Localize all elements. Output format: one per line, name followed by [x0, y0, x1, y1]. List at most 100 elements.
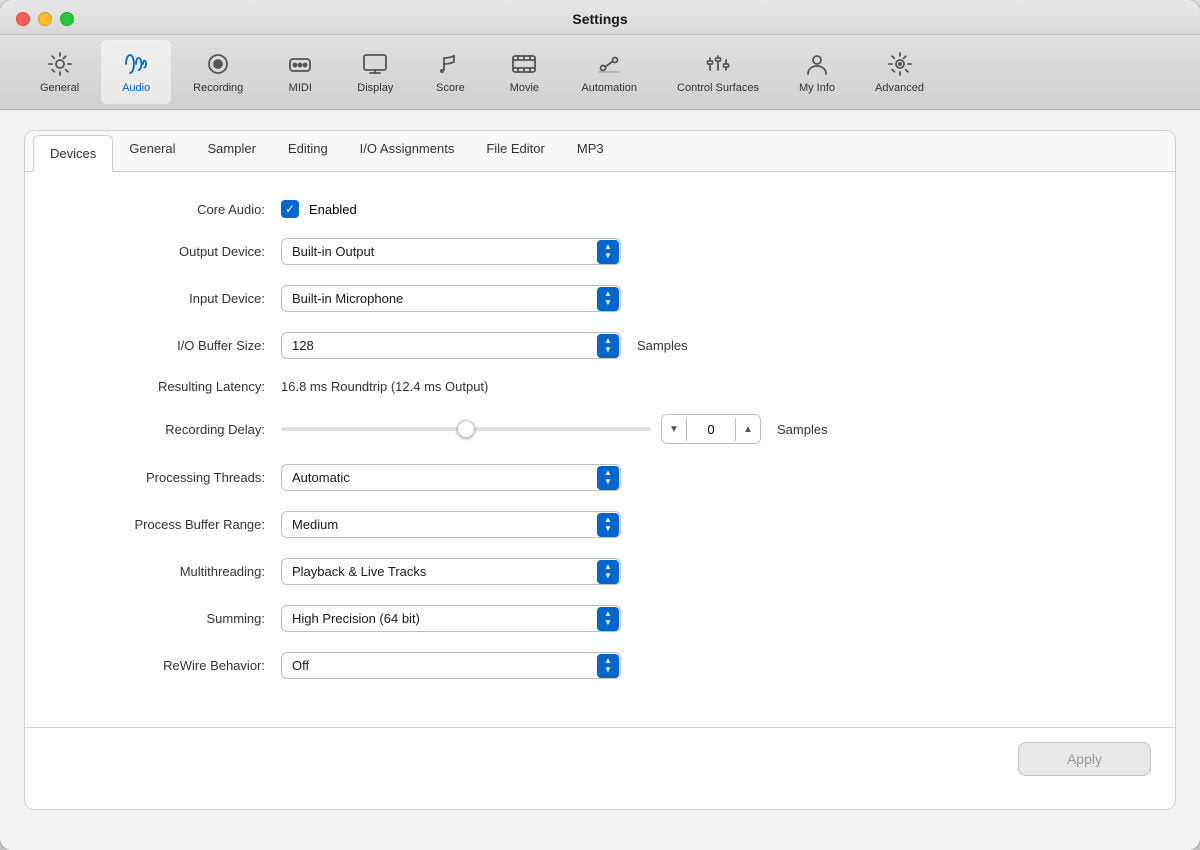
output-device-select[interactable]: Built-in Output	[281, 238, 621, 265]
process-buffer-control: Medium Small Large Maximum ▲ ▼	[281, 511, 1135, 538]
toolbar-item-movie[interactable]: Movie	[489, 40, 559, 104]
toolbar-label-score: Score	[436, 82, 465, 94]
io-buffer-control: 128 256 512 ▲ ▼ Samples	[281, 332, 1135, 359]
toolbar-item-control-surfaces[interactable]: Control Surfaces	[659, 40, 777, 104]
toolbar-item-midi[interactable]: MIDI	[265, 40, 335, 104]
toolbar-label-audio: Audio	[122, 82, 150, 94]
display-icon	[361, 50, 389, 78]
maximize-button[interactable]	[60, 12, 74, 26]
tab-sampler[interactable]: Sampler	[192, 131, 272, 172]
core-audio-checkbox[interactable]: ✓	[281, 200, 299, 218]
output-device-row: Output Device: Built-in Output ▲ ▼	[65, 238, 1135, 265]
input-device-wrapper: Built-in Microphone ▲ ▼	[281, 285, 621, 312]
toolbar-label-my-info: My Info	[799, 82, 835, 94]
audio-icon	[122, 50, 150, 78]
recording-delay-slider[interactable]	[281, 427, 651, 431]
latency-value: 16.8 ms Roundtrip (12.4 ms Output)	[281, 379, 488, 394]
processing-threads-select[interactable]: Automatic 2 4 8	[281, 464, 621, 491]
toolbar-item-score[interactable]: Score	[415, 40, 485, 104]
recording-delay-slider-container	[281, 419, 651, 439]
process-buffer-label: Process Buffer Range:	[65, 517, 265, 532]
summing-label: Summing:	[65, 611, 265, 626]
multithreading-wrapper: Playback & Live Tracks Off Playback Trac…	[281, 558, 621, 585]
io-buffer-label: I/O Buffer Size:	[65, 338, 265, 353]
advanced-icon	[886, 50, 914, 78]
input-device-label: Input Device:	[65, 291, 265, 306]
multithreading-select[interactable]: Playback & Live Tracks Off Playback Trac…	[281, 558, 621, 585]
toolbar-label-advanced: Advanced	[875, 82, 924, 94]
toolbar-label-automation: Automation	[581, 82, 637, 94]
core-audio-row: Core Audio: ✓ Enabled	[65, 200, 1135, 218]
io-buffer-unit: Samples	[637, 338, 688, 353]
movie-icon	[510, 50, 538, 78]
process-buffer-wrapper: Medium Small Large Maximum ▲ ▼	[281, 511, 621, 538]
io-buffer-row: I/O Buffer Size: 128 256 512 ▲ ▼	[65, 332, 1135, 359]
stepper-value: 0	[686, 418, 736, 441]
multithreading-row: Multithreading: Playback & Live Tracks O…	[65, 558, 1135, 585]
latency-label: Resulting Latency:	[65, 379, 265, 394]
window-title: Settings	[572, 11, 627, 27]
rewire-wrapper: Off On ▲ ▼	[281, 652, 621, 679]
toolbar-item-display[interactable]: Display	[339, 40, 411, 104]
recording-delay-control: ▼ 0 ▲ Samples	[281, 414, 1135, 444]
tab-general[interactable]: General	[113, 131, 191, 172]
toolbar-label-general: General	[40, 82, 79, 94]
inner-panel: Devices General Sampler Editing I/O Assi…	[24, 130, 1176, 810]
tab-mp3[interactable]: MP3	[561, 131, 620, 172]
recording-delay-stepper: ▼ 0 ▲	[661, 414, 761, 444]
input-device-select[interactable]: Built-in Microphone	[281, 285, 621, 312]
traffic-lights	[16, 12, 74, 26]
input-device-row: Input Device: Built-in Microphone ▲ ▼	[65, 285, 1135, 312]
latency-row: Resulting Latency: 16.8 ms Roundtrip (12…	[65, 379, 1135, 394]
rewire-label: ReWire Behavior:	[65, 658, 265, 673]
stepper-up-button[interactable]: ▲	[736, 415, 760, 443]
rewire-row: ReWire Behavior: Off On ▲ ▼	[65, 652, 1135, 679]
toolbar-item-recording[interactable]: Recording	[175, 40, 261, 104]
processing-threads-row: Processing Threads: Automatic 2 4 8 ▲	[65, 464, 1135, 491]
toolbar-label-display: Display	[357, 82, 393, 94]
recording-delay-unit: Samples	[777, 422, 828, 437]
automation-icon	[595, 50, 623, 78]
close-button[interactable]	[16, 12, 30, 26]
output-device-control: Built-in Output ▲ ▼	[281, 238, 1135, 265]
core-audio-enabled-text: Enabled	[309, 202, 357, 217]
toolbar-item-my-info[interactable]: My Info	[781, 40, 853, 104]
settings-area: Core Audio: ✓ Enabled Output Device: Bui…	[25, 172, 1175, 727]
processing-threads-label: Processing Threads:	[65, 470, 265, 485]
summing-row: Summing: High Precision (64 bit) Standar…	[65, 605, 1135, 632]
io-buffer-select[interactable]: 128 256 512	[281, 332, 621, 359]
recording-delay-row: Recording Delay: ▼ 0 ▲ Samples	[65, 414, 1135, 444]
process-buffer-row: Process Buffer Range: Medium Small Large…	[65, 511, 1135, 538]
tab-devices[interactable]: Devices	[33, 135, 113, 172]
tab-file-editor[interactable]: File Editor	[470, 131, 561, 172]
gear-icon	[46, 50, 74, 78]
toolbar-item-audio[interactable]: Audio	[101, 40, 171, 104]
tab-editing[interactable]: Editing	[272, 131, 344, 172]
input-device-control: Built-in Microphone ▲ ▼	[281, 285, 1135, 312]
apply-button[interactable]: Apply	[1018, 742, 1151, 776]
tab-io-assignments[interactable]: I/O Assignments	[344, 131, 471, 172]
toolbar-label-recording: Recording	[193, 82, 243, 94]
core-audio-control: ✓ Enabled	[281, 200, 1135, 218]
stepper-down-button[interactable]: ▼	[662, 415, 686, 443]
minimize-button[interactable]	[38, 12, 52, 26]
toolbar-item-advanced[interactable]: Advanced	[857, 40, 942, 104]
slider-area: ▼ 0 ▲ Samples	[281, 414, 828, 444]
io-buffer-wrapper: 128 256 512 ▲ ▼	[281, 332, 621, 359]
processing-threads-wrapper: Automatic 2 4 8 ▲ ▼	[281, 464, 621, 491]
content-area: Devices General Sampler Editing I/O Assi…	[0, 110, 1200, 850]
toolbar: General Audio Recording	[0, 35, 1200, 110]
toolbar-item-general[interactable]: General	[22, 40, 97, 104]
processing-threads-control: Automatic 2 4 8 ▲ ▼	[281, 464, 1135, 491]
rewire-select[interactable]: Off On	[281, 652, 621, 679]
summing-select[interactable]: High Precision (64 bit) Standard (32 bit…	[281, 605, 621, 632]
multithreading-control: Playback & Live Tracks Off Playback Trac…	[281, 558, 1135, 585]
process-buffer-select[interactable]: Medium Small Large Maximum	[281, 511, 621, 538]
recording-delay-label: Recording Delay:	[65, 422, 265, 437]
toolbar-label-midi: MIDI	[289, 82, 312, 94]
toolbar-label-movie: Movie	[510, 82, 539, 94]
output-device-label: Output Device:	[65, 244, 265, 259]
person-icon	[803, 50, 831, 78]
toolbar-item-automation[interactable]: Automation	[563, 40, 655, 104]
multithreading-label: Multithreading:	[65, 564, 265, 579]
